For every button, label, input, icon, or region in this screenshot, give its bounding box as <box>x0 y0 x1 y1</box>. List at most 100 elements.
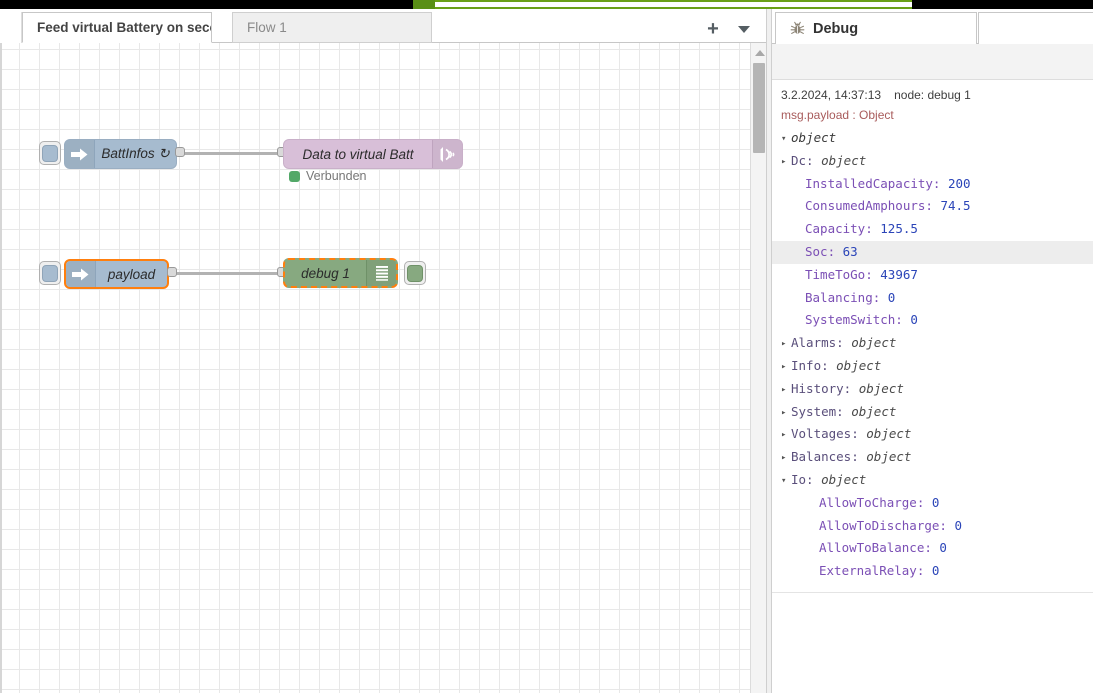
tree-key: AllowToDischarge: <box>819 517 955 533</box>
status-dot-icon <box>289 170 300 182</box>
debug-lines-icon <box>366 260 396 286</box>
tab-bar-left-stub <box>0 12 22 43</box>
flow-tab-label: Flow 1 <box>247 20 287 35</box>
twisty-closed-icon[interactable]: ▸ <box>781 356 791 379</box>
debug-message-list[interactable]: 3.2.2024, 14:37:13 node: debug 1 msg.pay… <box>772 80 1093 693</box>
tree-key: Balancing: <box>805 289 888 305</box>
twisty-closed-icon[interactable]: ▸ <box>781 402 791 425</box>
flow-canvas[interactable]: BattInfos ↻ Data to virtual Batt Verbund… <box>0 43 766 693</box>
tree-key: ExternalRelay: <box>819 563 932 579</box>
tree-row[interactable]: ▸ Info: object <box>772 355 1093 378</box>
inject-trigger-button-payload[interactable] <box>39 261 61 285</box>
tree-value: 43967 <box>880 266 918 282</box>
twisty-closed-icon[interactable]: ▸ <box>781 447 791 470</box>
sidebar-tab-label: Debug <box>813 20 859 37</box>
tree-value: 200 <box>948 175 971 191</box>
tree-row[interactable]: TimeToGo: 43967 <box>772 264 1093 287</box>
tree-row[interactable]: ▸ System: object <box>772 401 1093 424</box>
tree-key: Info: <box>791 357 837 373</box>
debug-button-pad <box>407 264 423 282</box>
tree-value: 63 <box>842 243 858 259</box>
tree-key: AllowToCharge: <box>819 494 932 510</box>
canvas-vertical-scrollbar[interactable] <box>750 43 766 693</box>
chevron-down-icon[interactable] <box>738 26 750 33</box>
node-mqtt-data-to-virtual-batt[interactable]: Data to virtual Batt <box>283 139 463 169</box>
wire-payload-to-debug <box>172 272 286 275</box>
tree-row[interactable]: SystemSwitch: 0 <box>772 309 1093 332</box>
node-output-port[interactable] <box>175 147 185 157</box>
tree-key: Dc: <box>791 152 822 168</box>
node-status-verbunden: Verbunden <box>289 169 366 183</box>
tree-value: object <box>836 357 882 373</box>
scroll-up-arrow-icon[interactable] <box>755 50 765 56</box>
tree-value: 0 <box>931 494 940 510</box>
debug-message[interactable]: 3.2.2024, 14:37:13 node: debug 1 msg.pay… <box>772 80 1093 593</box>
accent-green-block <box>413 0 435 9</box>
flow-workspace: Feed virtual Battery on seco Flow 1 + Ba… <box>0 9 766 693</box>
tree-row[interactable]: Capacity: 125.5 <box>772 218 1093 241</box>
twisty-open-icon[interactable]: ▾ <box>781 128 791 151</box>
tree-value: 0 <box>910 312 918 328</box>
tree-value: 0 <box>954 517 962 533</box>
twisty-closed-icon[interactable]: ▸ <box>781 379 791 402</box>
tree-value: object <box>866 426 912 442</box>
tree-value: 125.5 <box>880 221 918 237</box>
tree-key: Soc: <box>805 243 843 259</box>
twisty-closed-icon[interactable]: ▸ <box>781 333 791 356</box>
tree-row[interactable]: AllowToCharge: 0 <box>772 492 1093 515</box>
node-label: Data to virtual Batt <box>302 146 414 162</box>
flow-tab-label: Feed virtual Battery on seco <box>37 20 212 35</box>
tree-row[interactable]: ▸ Alarms: object <box>772 332 1093 355</box>
debug-toolbar[interactable] <box>772 44 1093 80</box>
flow-tab-flow1[interactable]: Flow 1 <box>232 12 432 43</box>
tree-key: Alarms: <box>791 335 852 351</box>
tree-row[interactable]: AllowToBalance: 0 <box>772 537 1093 560</box>
tree-key: ConsumedAmphours: <box>805 198 941 214</box>
node-label: BattInfos ↻ <box>101 146 170 161</box>
tree-root-row[interactable]: ▾ object <box>772 127 1093 150</box>
tree-row[interactable]: InstalledCapacity: 200 <box>772 173 1093 196</box>
tree-row[interactable]: ▸ History: object <box>772 378 1093 401</box>
tree-value: object <box>851 335 897 351</box>
debug-enable-button[interactable] <box>404 261 426 285</box>
debug-topic: msg.payload : Object <box>781 108 894 122</box>
node-inject-battinfos[interactable]: BattInfos ↻ <box>64 139 177 169</box>
tree-row[interactable]: Balancing: 0 <box>772 287 1093 310</box>
add-flow-icon[interactable]: + <box>704 19 722 39</box>
tab-debug[interactable]: Debug <box>775 12 977 45</box>
twisty-closed-icon[interactable]: ▸ <box>781 151 791 174</box>
tree-row[interactable]: ConsumedAmphours: 74.5 <box>772 195 1093 218</box>
tree-key: SystemSwitch: <box>805 312 911 328</box>
node-inject-payload[interactable]: payload <box>64 259 169 289</box>
tree-row[interactable]: AllowToDischarge: 0 <box>772 515 1093 538</box>
scrollbar-thumb[interactable] <box>753 63 765 153</box>
debug-timestamp: 3.2.2024, 14:37:13 <box>781 88 882 102</box>
tree-rows: ▸ Dc: object InstalledCapacity: 200 Consume… <box>772 150 1093 583</box>
inject-button-pad <box>42 144 58 162</box>
twisty-open-icon[interactable]: ▾ <box>781 470 791 493</box>
debug-object-tree[interactable]: ▾ object ▸ Dc: object InstalledCapacity: 20… <box>772 127 1093 583</box>
tree-row[interactable]: Soc: 63 <box>772 240 1093 264</box>
sidebar-tab-bar-filler <box>978 12 1093 44</box>
flow-tab-active[interactable]: Feed virtual Battery on seco <box>22 12 212 43</box>
tree-row[interactable]: ▸ Voltages: object <box>772 423 1093 446</box>
inject-arrow-icon <box>65 140 95 168</box>
tree-value: object <box>851 403 897 419</box>
tree-value: object <box>858 380 904 396</box>
tree-row[interactable]: ▾ Io: object <box>772 469 1093 492</box>
node-debug-1[interactable]: debug 1 <box>283 258 398 288</box>
tree-row[interactable]: ExternalRelay: 0 <box>772 560 1093 583</box>
inject-arrow-icon <box>66 261 96 287</box>
inject-button-pad <box>42 264 58 282</box>
status-label: Verbunden <box>306 169 367 183</box>
twisty-closed-icon[interactable]: ▸ <box>781 424 791 447</box>
node-output-port[interactable] <box>167 267 177 277</box>
debug-source-node[interactable]: node: debug 1 <box>894 88 971 102</box>
tree-row[interactable]: ▸ Balances: object <box>772 446 1093 469</box>
right-sidebar: Debug 3.2.2024, 14:37:13 node: debug 1 m… <box>772 9 1093 693</box>
tree-row[interactable]: ▸ Dc: object <box>772 150 1093 173</box>
tree-value: 74.5 <box>940 198 971 214</box>
debug-message-meta: 3.2.2024, 14:37:13 node: debug 1 <box>772 88 1093 108</box>
inject-trigger-button[interactable] <box>39 141 61 165</box>
tree-key: Capacity: <box>805 221 881 237</box>
